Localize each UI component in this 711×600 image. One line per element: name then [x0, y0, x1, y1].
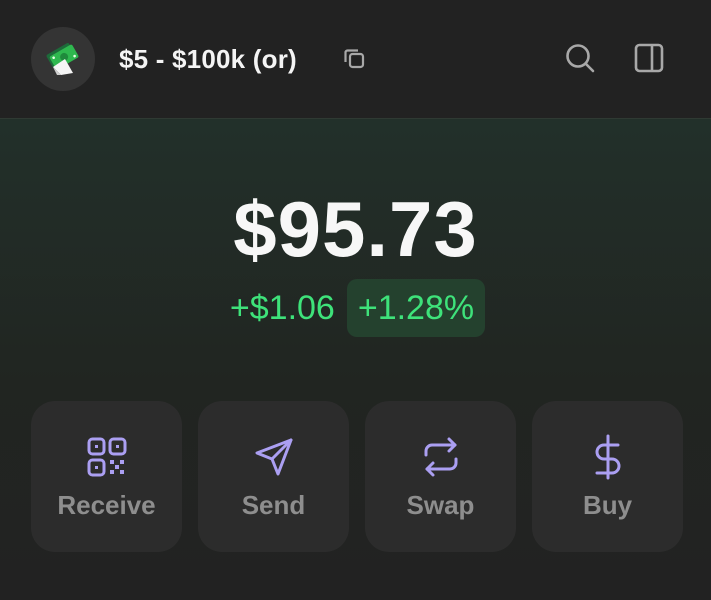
change-amount: +$1.06	[229, 289, 335, 327]
swap-button[interactable]: Swap	[365, 401, 516, 552]
swap-icon	[418, 434, 464, 480]
search-button[interactable]	[560, 40, 600, 80]
copy-icon	[341, 45, 367, 76]
swap-label: Swap	[406, 490, 475, 520]
change-percent-badge: +1.28%	[346, 279, 486, 337]
send-icon	[251, 434, 297, 480]
side-panel-icon	[633, 42, 665, 79]
account-avatar[interactable]	[31, 27, 95, 91]
action-buttons: Receive Send Swap Buy	[31, 401, 683, 552]
header: $5 - $100k (or)	[0, 0, 711, 119]
money-bills-icon	[43, 37, 83, 82]
wallet-popup: $5 - $100k (or) $95.73 +$1.06 +1.28% Rec…	[0, 0, 711, 600]
receive-button[interactable]: Receive	[31, 401, 182, 552]
account-name[interactable]: $5 - $100k (or)	[119, 42, 297, 76]
send-label: Send	[241, 490, 306, 520]
receive-label: Receive	[57, 490, 156, 520]
send-button[interactable]: Send	[198, 401, 349, 552]
copy-button[interactable]	[338, 44, 370, 76]
balance-change: +$1.06 +1.28%	[0, 279, 711, 337]
total-balance: $95.73	[233, 185, 478, 273]
side-panel-button[interactable]	[629, 40, 669, 80]
balance-section: $95.73 +$1.06 +1.28% Receive Send Swap B…	[0, 119, 711, 600]
buy-label: Buy	[582, 490, 633, 520]
search-icon	[563, 41, 597, 80]
buy-button[interactable]: Buy	[532, 401, 683, 552]
dollar-icon	[585, 434, 631, 480]
qr-code-icon	[84, 434, 130, 480]
